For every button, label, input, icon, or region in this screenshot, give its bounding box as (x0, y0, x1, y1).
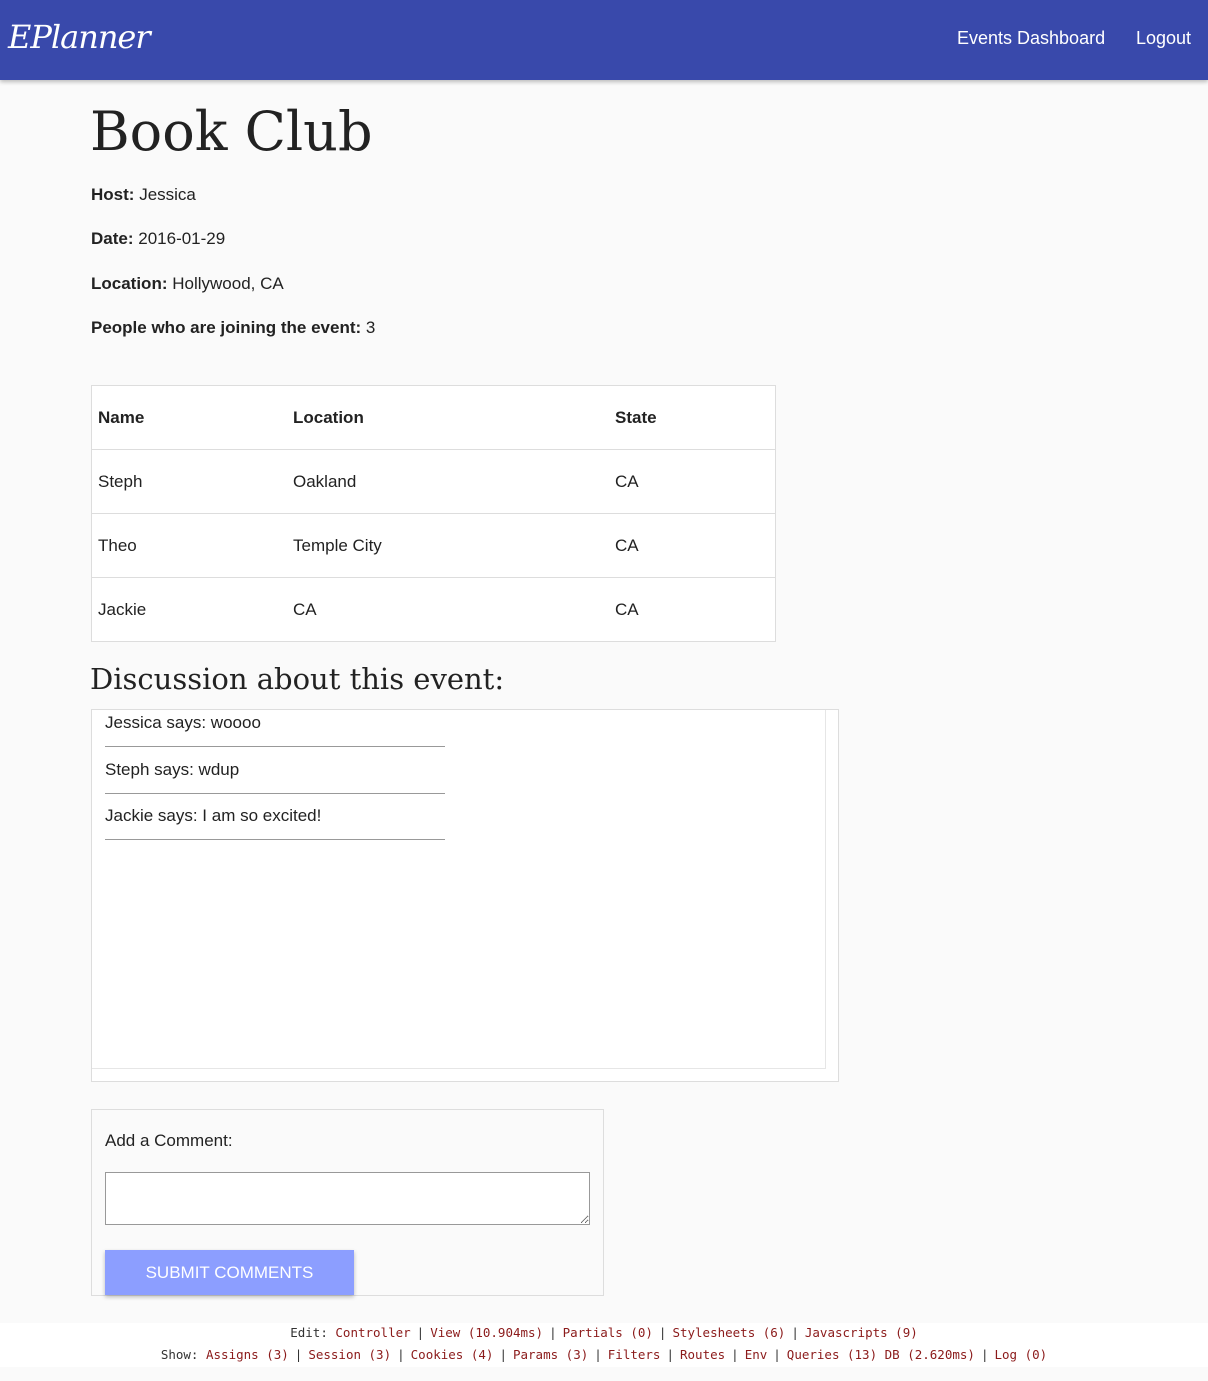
brand-logo[interactable]: EPlanner (8, 18, 151, 56)
debug-link-controller[interactable]: Controller (335, 1325, 410, 1340)
separator: | (499, 1347, 507, 1362)
table-row: Theo Temple City CA (91, 513, 776, 578)
debug-link-routes[interactable]: Routes (680, 1347, 725, 1362)
debug-link-queries[interactable]: Queries (13) DB (2.620ms) (787, 1347, 975, 1362)
event-date: Date: 2016-01-29 (91, 229, 225, 249)
attendee-table: Name Location State Steph Oakland CA The… (91, 385, 776, 642)
debug-show-line: Show: Assigns (3) | Session (3) | Cookies (4… (0, 1345, 1208, 1367)
debug-edit-label: Edit: (290, 1325, 328, 1340)
debug-show-label: Show: (160, 1347, 199, 1362)
separator: | (549, 1325, 557, 1340)
nav-events-dashboard-link[interactable]: Events Dashboard (957, 28, 1105, 49)
debug-bar: Edit: Controller | View (10.904ms) | Partial… (0, 1323, 1208, 1367)
cell-state: CA (609, 449, 776, 514)
separator: | (731, 1347, 739, 1362)
cell-name: Jackie (98, 599, 147, 619)
location-label: Location: (91, 274, 168, 293)
event-location: Location: Hollywood, CA (91, 274, 284, 294)
debug-link-cookies[interactable]: Cookies (4) (411, 1347, 494, 1362)
debug-link-partials[interactable]: Partials (0) (563, 1325, 653, 1340)
comment-item: Steph says: wdup (105, 760, 445, 794)
table-header-row: Name Location State (91, 385, 776, 450)
header-location: Location (287, 385, 609, 450)
header-state: State (609, 385, 776, 450)
discussion-scroll-area[interactable]: Jessica says: woooo Steph says: wdup Jac… (92, 710, 826, 1069)
debug-link-log[interactable]: Log (0) (994, 1347, 1047, 1362)
separator: | (397, 1347, 405, 1362)
comment-item: Jessica says: woooo (105, 713, 445, 747)
cell-name: Steph (91, 449, 287, 514)
discussion-heading: Discussion about this event: (90, 662, 505, 696)
separator: | (980, 1347, 989, 1362)
separator: | (294, 1347, 303, 1362)
comment-textarea[interactable] (105, 1172, 590, 1225)
cell-location: Temple City (287, 513, 609, 578)
cell-state: CA (609, 513, 776, 578)
separator: | (594, 1347, 602, 1362)
event-title: Book Club (90, 100, 373, 163)
comment-item: Jackie says: I am so excited! (105, 806, 445, 840)
discussion-panel[interactable]: Jessica says: woooo Steph says: wdup Jac… (91, 709, 839, 1082)
table-row: Jackie CA CA (92, 578, 776, 642)
joining-count: 3 (365, 318, 376, 337)
cell-state: CA (615, 599, 639, 619)
comment-form: Add a Comment: SUBMIT COMMENTS (91, 1109, 604, 1296)
cell-name: Theo (91, 513, 287, 578)
debug-link-filters[interactable]: Filters (608, 1347, 661, 1362)
joining-label: People who are joining the event: (91, 318, 362, 337)
cell-location: CA (293, 599, 317, 619)
nav-logout-link[interactable]: Logout (1136, 28, 1191, 49)
event-host: Host: Jessica (91, 185, 196, 205)
debug-edit-line: Edit: Controller | View (10.904ms) | Partial… (0, 1323, 1208, 1345)
host-label: Host: (91, 185, 135, 204)
host-value: Jessica (139, 185, 196, 204)
debug-link-params[interactable]: Params (3) (513, 1347, 588, 1362)
table-row: Steph Oakland CA (91, 449, 776, 514)
separator: | (666, 1347, 674, 1362)
header-name: Name (91, 385, 287, 450)
debug-link-assigns[interactable]: Assigns (3) (206, 1347, 289, 1362)
cell-location: Oakland (287, 449, 609, 514)
submit-comments-button[interactable]: SUBMIT COMMENTS (105, 1250, 354, 1295)
debug-link-env[interactable]: Env (745, 1347, 768, 1362)
location-value: Hollywood, CA (172, 274, 284, 293)
debug-link-view[interactable]: View (10.904ms) (430, 1325, 543, 1340)
date-label: Date: (91, 229, 134, 248)
debug-link-javascripts[interactable]: Javascripts (9) (805, 1325, 918, 1340)
date-value: 2016-01-29 (138, 229, 226, 248)
separator: | (658, 1325, 667, 1340)
separator: | (773, 1347, 781, 1362)
comment-label: Add a Comment: (105, 1131, 233, 1150)
debug-link-session[interactable]: Session (3) (308, 1347, 391, 1362)
event-joining: People who are joining the event: 3 (91, 318, 375, 338)
debug-link-stylesheets[interactable]: Stylesheets (6) (672, 1325, 785, 1340)
separator: | (416, 1325, 425, 1340)
navbar: EPlanner Events Dashboard Logout (0, 0, 1208, 80)
separator: | (791, 1325, 799, 1340)
